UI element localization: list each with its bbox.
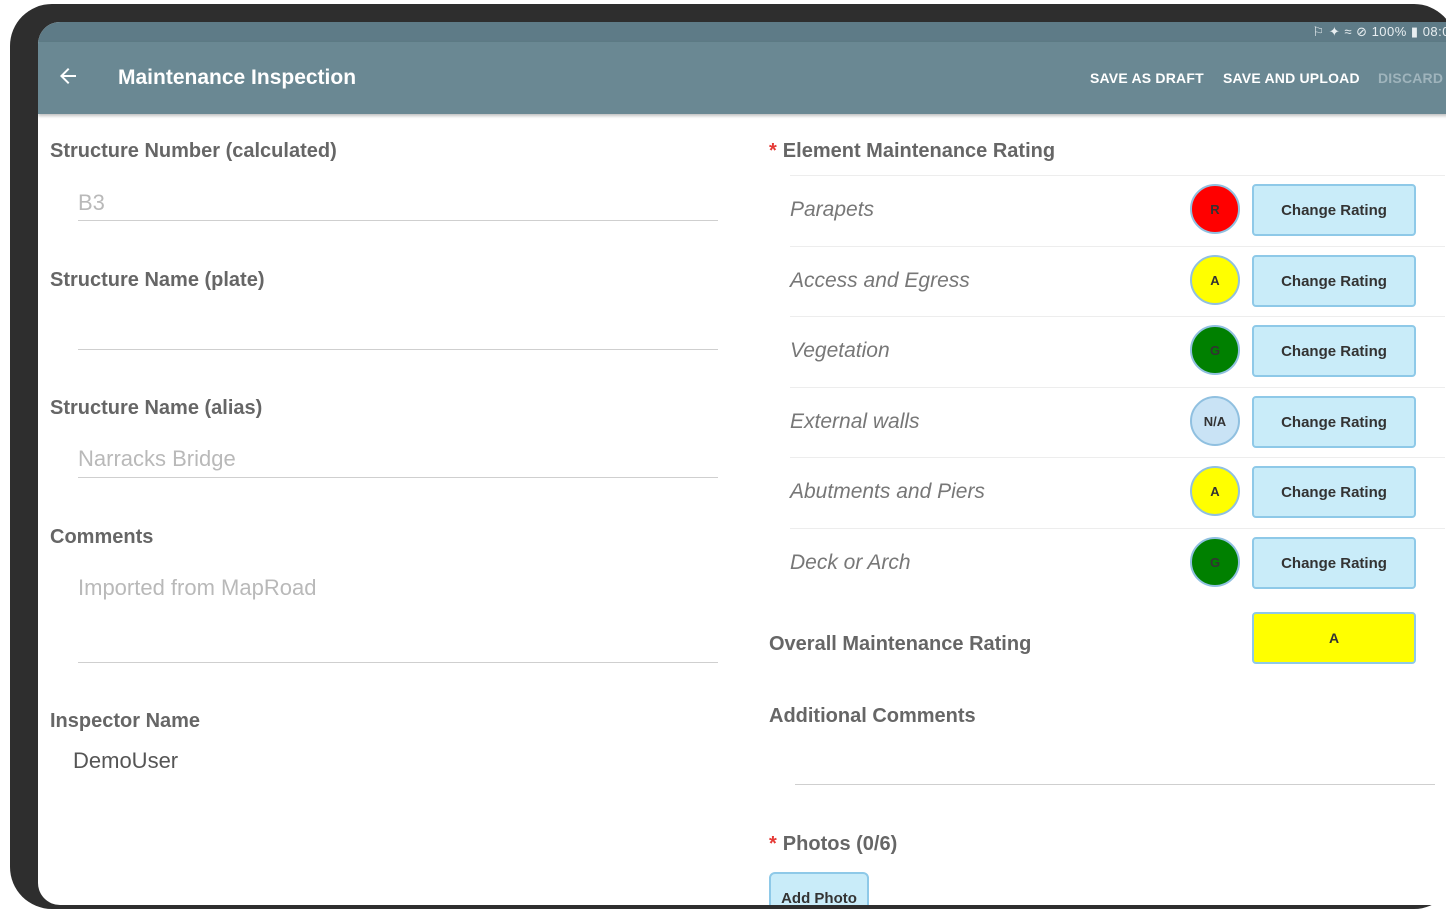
rating-row-access-and-egress: Access and Egress A Change Rating	[790, 246, 1445, 317]
structure-number-value: B3	[78, 190, 105, 215]
structure-number-underline	[78, 220, 718, 221]
rating-row-abutments-and-piers: Abutments and Piers A Change Rating	[790, 457, 1445, 528]
rating-row-deck-or-arch: Deck or Arch G Change Rating	[790, 528, 1445, 599]
comments-underline	[78, 662, 718, 663]
rating-row-label: Vegetation	[790, 339, 890, 362]
comments-input[interactable]: Imported from MapRoad	[78, 575, 316, 601]
change-rating-button[interactable]: Change Rating	[1252, 325, 1416, 377]
element-rating-label: Element Maintenance Rating	[782, 140, 1056, 162]
change-rating-button[interactable]: Change Rating	[1252, 537, 1416, 589]
app-bar: Maintenance Inspection SAVE AS DRAFT SAV…	[38, 42, 1446, 114]
rating-row-label: Abutments and Piers	[790, 480, 985, 503]
rating-indicator: R	[1190, 184, 1240, 234]
required-marker: *	[769, 140, 777, 162]
rating-row-parapets: Parapets R Change Rating	[790, 175, 1445, 246]
rating-row-external-walls: External walls N/A Change Rating	[790, 387, 1445, 458]
back-arrow-icon[interactable]	[56, 64, 80, 88]
structure-name-alias-label: Structure Name (alias)	[50, 397, 263, 419]
rating-row-label: Access and Egress	[790, 269, 970, 292]
rating-indicator: N/A	[1190, 396, 1240, 446]
photos-heading: * Photos (0/6)	[769, 833, 897, 856]
structure-name-alias-underline	[78, 477, 718, 478]
rating-row-label: External walls	[790, 410, 920, 433]
additional-comments-underline	[795, 784, 1435, 785]
change-rating-button[interactable]: Change Rating	[1252, 255, 1416, 307]
structure-name-plate-label: Structure Name (plate)	[50, 269, 265, 291]
structure-name-plate-underline	[78, 349, 718, 350]
discard-button[interactable]: DISCARD	[1378, 70, 1443, 86]
save-as-draft-button[interactable]: SAVE AS DRAFT	[1090, 70, 1204, 86]
change-rating-button[interactable]: Change Rating	[1252, 184, 1416, 236]
page-title: Maintenance Inspection	[118, 66, 357, 89]
add-photo-button[interactable]: Add Photo	[769, 872, 869, 905]
tablet-frame: ⚐ ✦ ≈ ⊘ 100% ▮ 08:0 Maintenance Inspecti…	[10, 4, 1446, 909]
structure-number-label: Structure Number (calculated)	[50, 140, 337, 162]
additional-comments-label: Additional Comments	[769, 705, 976, 727]
change-rating-button[interactable]: Change Rating	[1252, 396, 1416, 448]
rating-row-label: Deck or Arch	[790, 551, 911, 574]
save-and-upload-button[interactable]: SAVE AND UPLOAD	[1223, 70, 1360, 86]
inspector-name-value: DemoUser	[73, 748, 179, 773]
required-marker: *	[769, 833, 777, 855]
overall-rating-value: A	[1252, 612, 1416, 664]
photos-label: Photos (0/6)	[782, 833, 898, 855]
comments-label: Comments	[50, 526, 154, 548]
screen: ⚐ ✦ ≈ ⊘ 100% ▮ 08:0 Maintenance Inspecti…	[38, 22, 1446, 905]
rating-indicator: A	[1190, 255, 1240, 305]
rating-row-vegetation: Vegetation G Change Rating	[790, 316, 1445, 387]
status-icons: ⚐ ✦ ≈ ⊘ 100% ▮ 08:0	[1312, 24, 1446, 39]
rating-row-label: Parapets	[790, 198, 875, 221]
change-rating-button[interactable]: Change Rating	[1252, 466, 1416, 518]
element-rating-heading: * Element Maintenance Rating	[769, 140, 1055, 163]
rating-indicator: G	[1190, 537, 1240, 587]
rating-indicator: A	[1190, 466, 1240, 516]
rating-indicator: G	[1190, 325, 1240, 375]
structure-name-alias-input[interactable]: Narracks Bridge	[78, 446, 236, 472]
status-bar: ⚐ ✦ ≈ ⊘ 100% ▮ 08:0	[38, 22, 1446, 42]
overall-rating-label: Overall Maintenance Rating	[769, 633, 1032, 655]
inspector-name-label: Inspector Name	[50, 710, 201, 732]
